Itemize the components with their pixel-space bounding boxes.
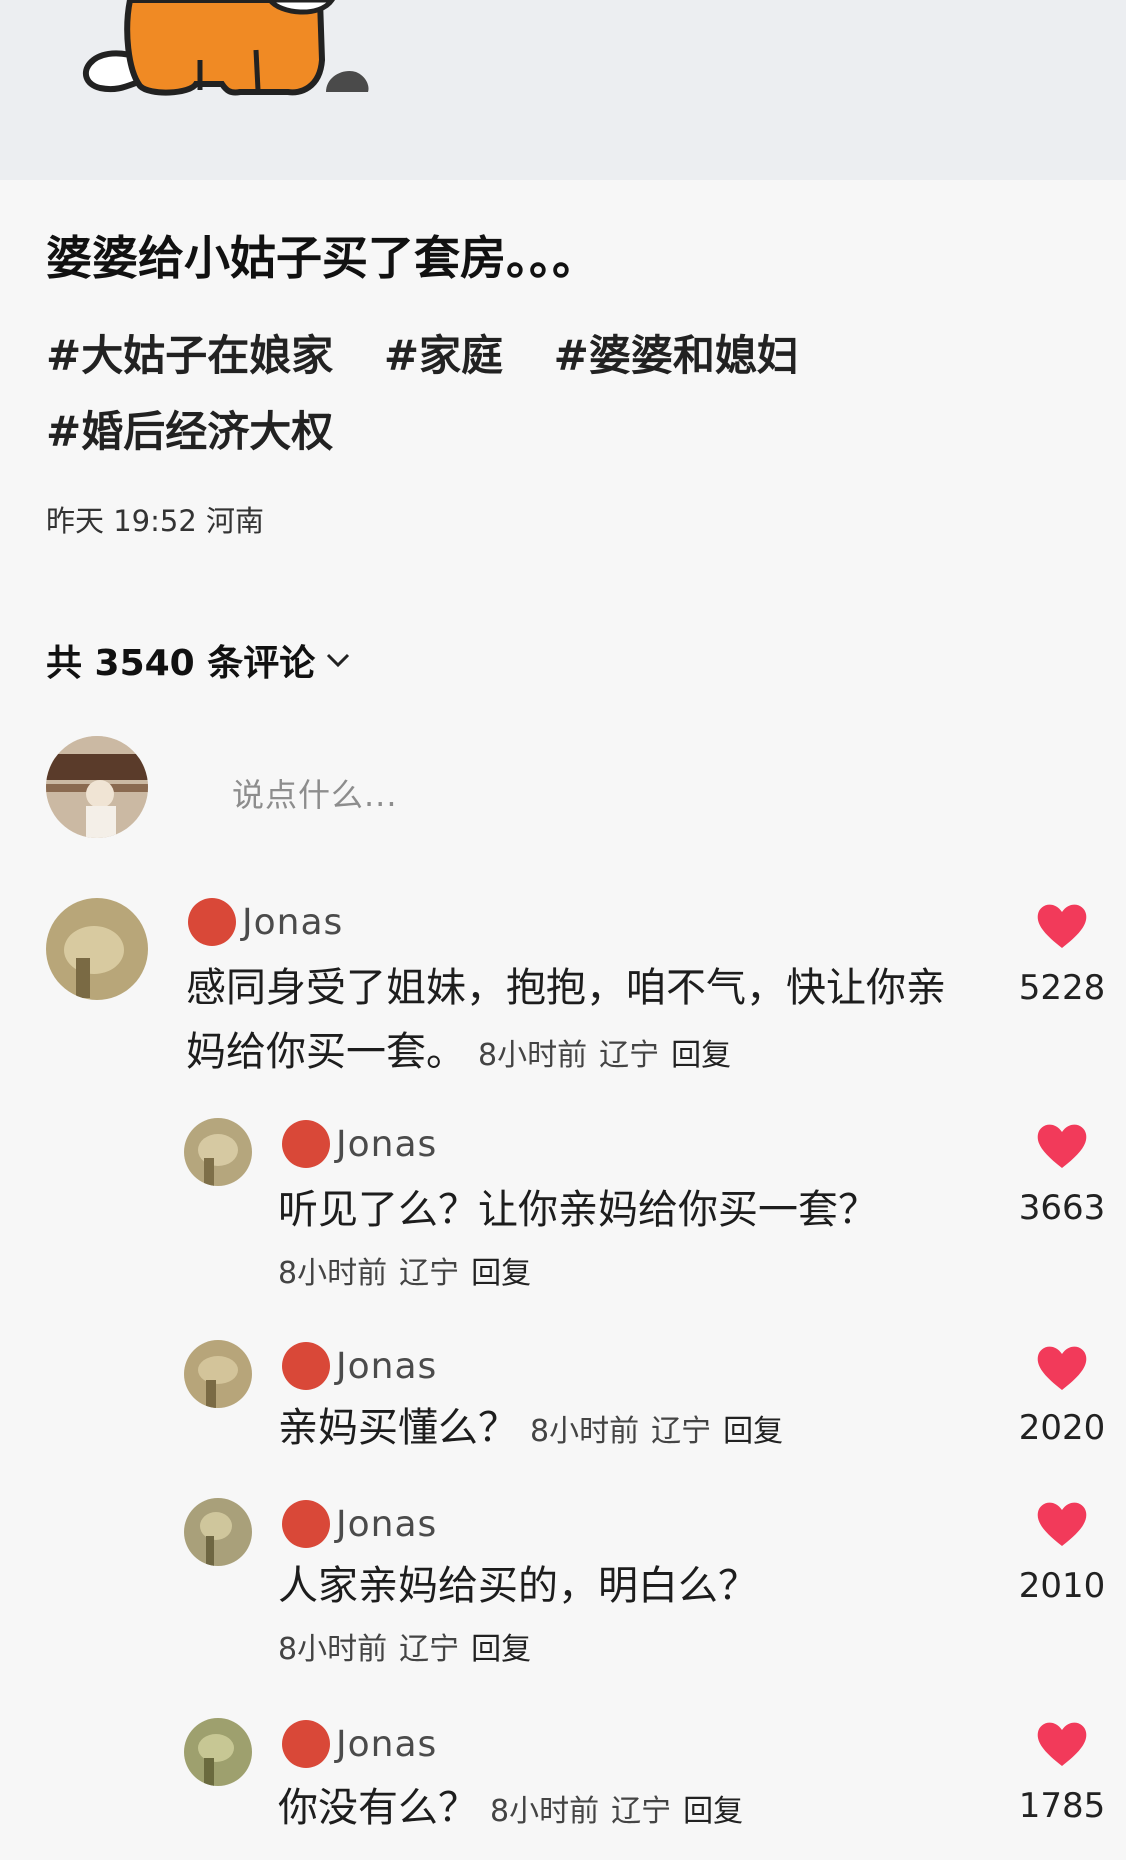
comment-location: 辽宁 [399, 1256, 460, 1291]
comment-meta: 8小时前 辽宁 回复 [530, 1414, 795, 1449]
like-count: 5228 [1018, 968, 1106, 1008]
avatar-image [46, 898, 148, 1000]
comment-time: 8小时前 [530, 1414, 640, 1449]
comment-text: 人家亲妈给买的，明白么？ [278, 1563, 758, 1609]
tag-item[interactable]: #婆婆和媳妇 [554, 318, 799, 394]
comment-time: 8小时前 [490, 1794, 600, 1829]
like-count: 2010 [1018, 1566, 1106, 1606]
avatar-image [184, 1340, 252, 1408]
my-avatar[interactable] [46, 736, 148, 838]
like-count: 2020 [1018, 1408, 1106, 1448]
comment-input[interactable]: 说点什么... [232, 770, 398, 816]
avatar-image [184, 1718, 252, 1786]
user-badge-icon [282, 1500, 330, 1548]
comment-username-row[interactable]: Jonas [282, 1342, 437, 1390]
reply-button[interactable]: 回复 [671, 1038, 731, 1073]
comment-count-toggle[interactable]: 共 3540 条评论 [46, 634, 351, 686]
comment-username: Jonas [336, 1503, 438, 1545]
post-location: 河南 [206, 504, 265, 538]
avatar[interactable] [184, 1340, 252, 1408]
comment-text-block: 亲妈买懂么？ 8小时前 辽宁 回复 [278, 1396, 998, 1464]
like-count: 1785 [1018, 1786, 1106, 1826]
heart-icon[interactable] [1036, 1122, 1088, 1170]
user-badge-icon [282, 1720, 330, 1768]
comment-username-row[interactable]: Jonas [282, 1120, 437, 1168]
comment-username-row[interactable]: Jonas [188, 898, 343, 946]
post-title: 婆婆给小姑子买了套房。。。 [46, 231, 598, 285]
comment-username-row[interactable]: Jonas [282, 1720, 437, 1768]
comment-username: Jonas [336, 1123, 438, 1165]
user-badge-icon [282, 1120, 330, 1168]
comment-meta: 8小时前 辽宁 回复 [490, 1794, 755, 1829]
user-badge-icon [282, 1342, 330, 1390]
heart-icon[interactable] [1036, 902, 1088, 950]
reply-button[interactable]: 回复 [723, 1414, 783, 1449]
comment-text: 亲妈买懂么？ [278, 1405, 518, 1451]
tag-item[interactable]: #大姑子在娘家 [46, 318, 333, 394]
comment-text: 听见了么？让你亲妈给你买一套？ [278, 1187, 878, 1233]
comment-username: Jonas [242, 901, 344, 943]
comment-username-row[interactable]: Jonas [282, 1500, 437, 1548]
reply-button[interactable]: 回复 [471, 1632, 531, 1667]
tag-item[interactable]: #家庭 [384, 318, 503, 394]
comment-username: Jonas [336, 1723, 438, 1765]
avatar[interactable] [184, 1118, 252, 1186]
comment-text-block: 听见了么？让你亲妈给你买一套？ 8小时前 辽宁 回复 [278, 1178, 998, 1306]
comment-meta: 8小时前 辽宁 回复 [278, 1618, 998, 1682]
heart-icon[interactable] [1036, 1500, 1088, 1548]
tag-list: #大姑子在娘家 #家庭 #婆婆和媳妇 #婚后经济大权 [46, 318, 1086, 470]
avatar-image [184, 1118, 252, 1186]
comment-location: 辽宁 [651, 1414, 712, 1449]
comment-meta: 8小时前 辽宁 回复 [278, 1242, 998, 1306]
comment-text: 你没有么？ [278, 1785, 478, 1831]
comment-location: 辽宁 [399, 1632, 460, 1667]
chevron-down-icon [327, 653, 350, 668]
user-badge-icon [188, 898, 236, 946]
comment-location: 辽宁 [599, 1038, 660, 1073]
avatar-image [46, 736, 148, 838]
comment-text-block: 人家亲妈给买的，明白么？ 8小时前 辽宁 回复 [278, 1554, 998, 1682]
comment-text-block: 感同身受了姐妹，抱抱，咱不气，快让你亲妈给你买一套。 8小时前 辽宁 回复 [186, 956, 966, 1088]
comment-time: 8小时前 [278, 1632, 388, 1667]
comment-time: 8小时前 [278, 1256, 388, 1291]
cat-illustration [0, 0, 1126, 180]
comment-meta: 8小时前 辽宁 回复 [478, 1038, 743, 1073]
comment-time: 8小时前 [478, 1038, 588, 1073]
post-meta: 昨天 19:52 河南 [46, 498, 264, 540]
reply-button[interactable]: 回复 [471, 1256, 531, 1291]
avatar-image [184, 1498, 252, 1566]
heart-icon[interactable] [1036, 1720, 1088, 1768]
avatar[interactable] [184, 1718, 252, 1786]
comment-location: 辽宁 [611, 1794, 672, 1829]
post-time: 昨天 19:52 [46, 504, 197, 538]
heart-icon[interactable] [1036, 1344, 1088, 1392]
avatar[interactable] [46, 898, 148, 1000]
comment-text-block: 你没有么？ 8小时前 辽宁 回复 [278, 1776, 998, 1844]
reply-button[interactable]: 回复 [683, 1794, 743, 1829]
comment-count-label: 共 3540 条评论 [46, 643, 316, 684]
avatar[interactable] [184, 1498, 252, 1566]
like-count: 3663 [1018, 1188, 1106, 1228]
tag-item[interactable]: #婚后经济大权 [46, 394, 333, 470]
post-banner-image [0, 0, 1126, 180]
comment-username: Jonas [336, 1345, 438, 1387]
